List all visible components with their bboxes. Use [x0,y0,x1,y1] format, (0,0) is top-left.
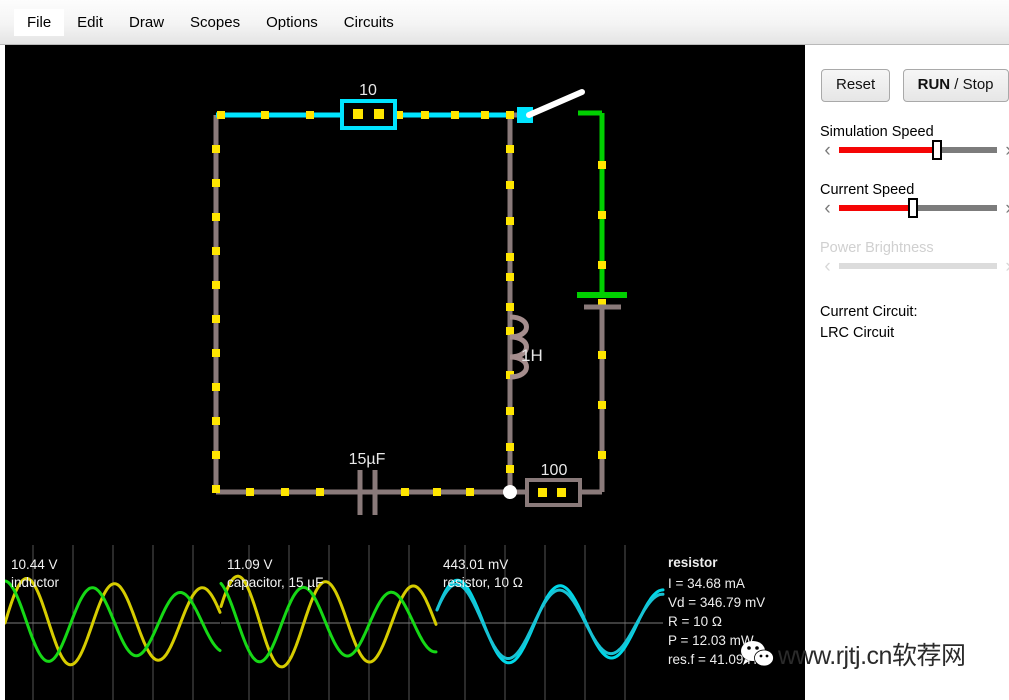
scope-panel[interactable]: 10.44 V inductor 11.09 V capacitor, 15 µ… [5,545,805,700]
simulation-canvas[interactable]: 10 1H 15µF 100 10.44 V inductor 11.09 V … [5,45,805,700]
control-sidebar: Reset RUN / Stop Simulation Speed ‹ › Cu… [805,45,1009,700]
resistor-bottom[interactable]: 100 [525,462,582,507]
resistor-scope[interactable]: 443.01 mV resistor, 10 Ω [443,557,523,590]
current-speed-fill [839,205,914,211]
power-brightness-decrease-icon: ‹ [824,255,831,277]
menu-item-draw[interactable]: Draw [116,9,177,36]
current-speed-knob[interactable] [908,198,919,218]
scope-value: 10.44 V [11,557,58,572]
simulation-speed-track[interactable] [839,140,997,160]
current-circuit-label: Current Circuit: [820,303,918,320]
simulation-speed-increase-icon[interactable]: › [1001,141,1009,160]
current-speed-increase-icon[interactable]: › [1001,199,1009,218]
scope-value: 443.01 mV [443,557,508,572]
reset-button[interactable]: Reset [821,69,891,102]
run-stop-separator: / [950,76,963,93]
menu-item-edit[interactable]: Edit [64,9,116,36]
scope-label: resistor, 10 Ω [443,575,523,590]
menu-item-options[interactable]: Options [253,9,331,36]
capacitor[interactable]: 15µF [349,451,386,515]
power-brightness-increase-icon: › [1001,257,1009,276]
simulation-speed-slider-group: Simulation Speed ‹ › [813,124,1009,160]
inductor-scope[interactable]: 10.44 V inductor [11,557,60,590]
current-circuit-info: Current Circuit: LRC Circuit [820,302,1009,344]
readout-resistance: R = 10 Ω [668,614,722,629]
power-brightness-label: Power Brightness [820,239,934,256]
capacitor-scope[interactable]: 11.09 V capacitor, 15 µF [227,557,323,590]
current-circuit-name: LRC Circuit [820,324,895,341]
resistor-top-label: 10 [359,82,377,99]
simulation-speed-decrease-icon[interactable]: ‹ [820,141,835,160]
simulation-speed-fill [839,147,937,153]
scope-label: inductor [11,575,60,590]
circuit-schematic[interactable]: 10 1H 15µF 100 [5,45,805,545]
power-brightness-slider-group: Power Brightness ‹ › [813,240,1009,276]
scope-readout: resistor I = 34.68 mA Vd = 346.79 mV R =… [668,555,765,667]
readout-title: resistor [668,555,718,570]
power-brightness-track [839,263,997,269]
menu-item-scopes[interactable]: Scopes [177,9,253,36]
current-speed-label: Current Speed [820,181,915,198]
run-stop-button[interactable]: RUN / Stop [902,69,1009,102]
menu-item-circuits[interactable]: Circuits [331,9,407,36]
current-speed-decrease-icon[interactable]: ‹ [820,199,835,218]
simulation-speed-label: Simulation Speed [820,123,934,140]
inductor-label: 1H [521,346,543,365]
switch[interactable] [517,89,585,123]
resistor-bottom-label: 100 [541,462,568,479]
menu-bar: File Edit Draw Scopes Options Circuits [0,0,1009,45]
scope-value: 11.09 V [227,557,273,572]
readout-voltage-drop: Vd = 346.79 mV [668,595,765,610]
readout-current: I = 34.68 mA [668,576,745,591]
readout-resonant-frequency: res.f = 41.09 Hz [668,652,764,667]
capacitor-label: 15µF [349,451,386,468]
current-speed-slider-group: Current Speed ‹ › [813,182,1009,218]
menu-item-file[interactable]: File [14,8,65,36]
current-speed-track[interactable] [839,198,997,218]
junction-node[interactable] [503,485,517,499]
current-dots-right [561,161,606,496]
readout-power: P = 12.03 mW [668,633,754,648]
resistor-top[interactable]: 10 [340,82,397,130]
circuit-simulator-window: File Edit Draw Scopes Options Circuits 1… [0,0,1009,700]
scope-label: capacitor, 15 µF [227,575,323,590]
run-label: RUN [917,76,951,93]
simulation-speed-knob[interactable] [931,140,942,160]
stop-label: Stop [962,76,994,93]
inductor[interactable]: 1H [509,314,543,380]
